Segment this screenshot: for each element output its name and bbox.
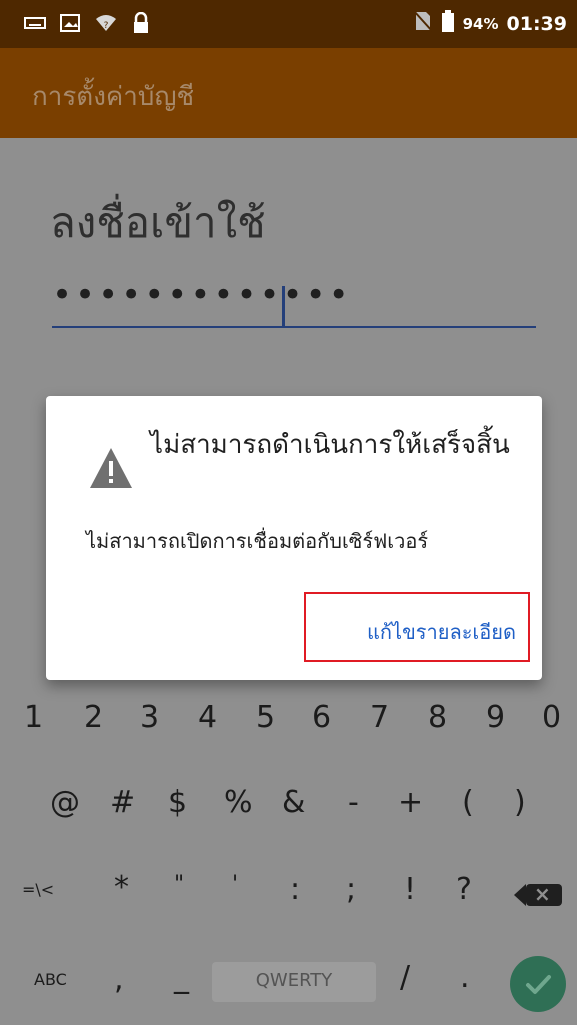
key-8[interactable]: 8 [428, 700, 447, 735]
key-9[interactable]: 9 [486, 700, 505, 735]
keyboard-row-symbols: @ # $ % & - + ( ) [0, 785, 577, 845]
password-dots: ••••••••••••• [52, 275, 352, 315]
backspace-key[interactable]: × [514, 882, 562, 906]
enter-key[interactable] [510, 956, 566, 1012]
key-3[interactable]: 3 [140, 700, 159, 735]
password-field[interactable]: ••••••••••••• [52, 275, 536, 328]
text-cursor [282, 286, 285, 326]
keyboard-icon [24, 15, 46, 35]
key-dollar[interactable]: $ [168, 785, 187, 820]
key-ampersand[interactable]: & [282, 785, 305, 820]
error-dialog: ไม่สามารถดำเนินการให้เสร็จสิ้น ไม่สามารถ… [46, 396, 542, 680]
signin-title: ลงชื่อเข้าใช้ [50, 198, 266, 247]
lock-icon [132, 11, 150, 38]
key-question[interactable]: ? [456, 872, 472, 907]
keyboard-row-numbers: 1 2 3 4 5 6 7 8 9 0 [0, 700, 577, 760]
key-0[interactable]: 0 [542, 700, 561, 735]
space-key[interactable]: QWERTY [212, 962, 376, 1002]
key-abc[interactable]: ABC [34, 970, 67, 989]
key-more-symbols[interactable]: =\< [22, 880, 54, 899]
wifi-icon: ? [94, 13, 118, 37]
keyboard-row-bottom: ABC , _ QWERTY / . [0, 952, 577, 1012]
image-icon [60, 14, 80, 36]
key-7[interactable]: 7 [370, 700, 389, 735]
edit-details-button[interactable]: แก้ไขรายละเอียด [304, 592, 530, 662]
warning-icon [88, 446, 134, 490]
key-hash[interactable]: # [110, 785, 135, 820]
key-single-quote[interactable]: ' [232, 872, 238, 897]
key-semicolon[interactable]: ; [346, 872, 356, 907]
key-exclamation[interactable]: ! [404, 872, 416, 907]
key-colon[interactable]: : [290, 872, 300, 907]
app-title: การตั้งค่าบัญชี [32, 82, 195, 112]
key-2[interactable]: 2 [84, 700, 103, 735]
no-sim-icon [412, 10, 433, 37]
key-asterisk[interactable]: * [114, 870, 129, 905]
dialog-message: ไม่สามารถเปิดการเชื่อมต่อกับเซิร์ฟเวอร์ [86, 529, 429, 553]
keyboard: 1 2 3 4 5 6 7 8 9 0 @ # $ % & - + ( ) =\… [0, 690, 577, 1025]
app-bar: การตั้งค่าบัญชี [0, 48, 577, 138]
key-paren-close[interactable]: ) [514, 785, 526, 820]
status-bar: ? 94% 01:39 [0, 0, 577, 48]
keyboard-row-third: =\< * " ' : ; ! ? × [0, 870, 577, 930]
battery-percent: 94% [462, 14, 499, 33]
key-minus[interactable]: - [348, 785, 359, 820]
key-5[interactable]: 5 [256, 700, 275, 735]
svg-text:?: ? [104, 21, 109, 31]
key-double-quote[interactable]: " [174, 872, 184, 897]
edit-details-label: แก้ไขรายละเอียด [367, 620, 516, 644]
key-period[interactable]: . [460, 960, 470, 995]
key-at[interactable]: @ [50, 785, 80, 820]
checkmark-icon [526, 975, 551, 994]
dialog-title: ไม่สามารถดำเนินการให้เสร็จสิ้น [150, 430, 510, 460]
backspace-icon: × [534, 882, 551, 906]
clock: 01:39 [506, 12, 567, 35]
key-plus[interactable]: + [398, 785, 423, 820]
key-1[interactable]: 1 [24, 700, 43, 735]
space-key-label: QWERTY [255, 970, 333, 991]
key-percent[interactable]: % [224, 785, 253, 820]
key-6[interactable]: 6 [312, 700, 331, 735]
key-4[interactable]: 4 [198, 700, 217, 735]
key-comma[interactable]: , [114, 962, 124, 997]
key-underscore[interactable]: _ [174, 960, 189, 995]
key-slash[interactable]: / [400, 960, 410, 995]
key-paren-open[interactable]: ( [462, 785, 474, 820]
battery-icon [441, 10, 455, 37]
